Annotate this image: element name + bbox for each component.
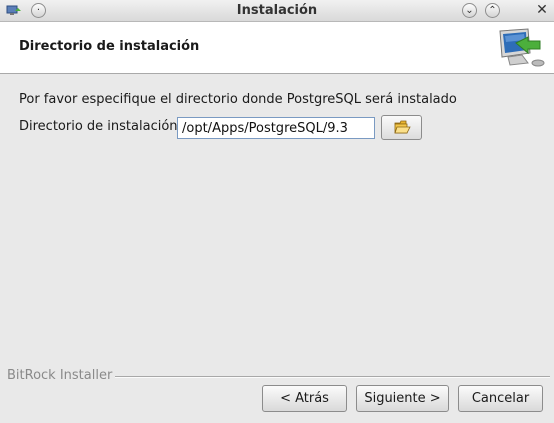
- next-button[interactable]: Siguiente >: [356, 385, 449, 412]
- install-dir-label: Directorio de instalación: [19, 119, 178, 134]
- maximize-icon[interactable]: ⌃: [485, 3, 500, 18]
- back-button[interactable]: < Atrás: [262, 385, 347, 412]
- browse-button[interactable]: [381, 115, 422, 140]
- install-dir-input[interactable]: [177, 117, 375, 139]
- minimize-icon[interactable]: ⌄: [462, 3, 477, 18]
- folder-open-icon: [394, 120, 411, 134]
- page-title: Directorio de instalación: [19, 39, 200, 54]
- page-header: Directorio de instalación: [0, 22, 554, 74]
- footer-separator: [110, 376, 550, 378]
- description-text: Por favor especifique el directorio dond…: [19, 92, 457, 107]
- install-computer-icon: [494, 27, 552, 69]
- cancel-button[interactable]: Cancelar: [458, 385, 543, 412]
- installer-brand: BitRock Installer: [7, 368, 116, 383]
- window-titlebar[interactable]: · Instalación ⌄ ⌃ ✕: [0, 0, 554, 22]
- close-icon[interactable]: ✕: [535, 2, 549, 18]
